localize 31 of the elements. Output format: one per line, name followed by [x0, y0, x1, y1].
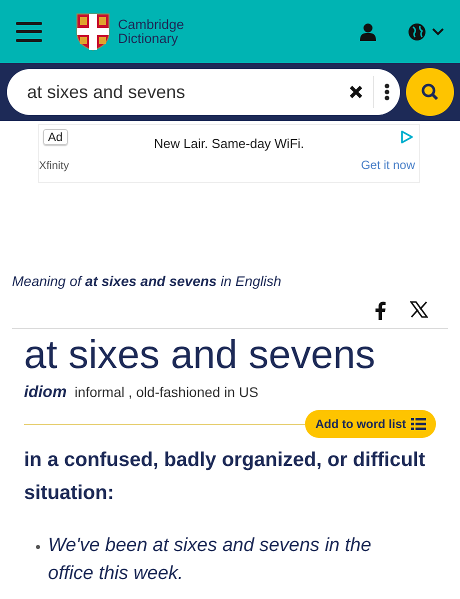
chevron-icon — [432, 28, 444, 36]
language-dropdown[interactable] — [408, 22, 444, 40]
bullet-icon — [36, 545, 40, 549]
headword: at sixes and sevens — [24, 333, 376, 378]
list-icon — [411, 418, 426, 430]
menu-icon[interactable] — [16, 22, 42, 42]
ad-link[interactable]: Get it now — [360, 158, 415, 172]
search-icon — [421, 83, 439, 101]
x-icon[interactable] — [410, 301, 428, 320]
search-bar[interactable]: at sixes and sevens — [7, 69, 400, 115]
logo-text: Dictionary — [118, 32, 178, 46]
search-button[interactable] — [406, 68, 454, 116]
shield-icon — [76, 12, 110, 50]
add-to-word-list-button[interactable]: Add to word list — [305, 410, 436, 438]
clear-icon[interactable] — [349, 85, 363, 99]
logo[interactable]: Cambridge Dictionary — [76, 12, 184, 50]
ad-badge: Ad — [43, 129, 68, 145]
play-icon[interactable] — [400, 130, 414, 144]
facebook-icon[interactable] — [375, 301, 386, 320]
user-icon[interactable] — [360, 22, 376, 40]
ad-headline: New Lair. Same-day WiFi. — [154, 136, 304, 151]
part-of-speech: idiom — [24, 384, 67, 402]
more-icon[interactable] — [384, 83, 390, 101]
ad-banner[interactable]: Ad New Lair. Same-day WiFi. Xfinity Get it now — [38, 124, 420, 183]
ad-advertiser: Xfinity — [39, 160, 69, 172]
definition: in a confused, badly organized, or difficult situation: — [24, 448, 426, 506]
meaning-heading: Meaning of at sixes and sevens in English — [12, 273, 282, 289]
usage-labels: informal , old-fashioned in US — [74, 384, 258, 400]
logo-text: Cambridge — [118, 18, 184, 32]
example-sentence: We've been at sixes and sevens in the office this week. — [48, 534, 372, 586]
globe-icon — [408, 22, 426, 40]
